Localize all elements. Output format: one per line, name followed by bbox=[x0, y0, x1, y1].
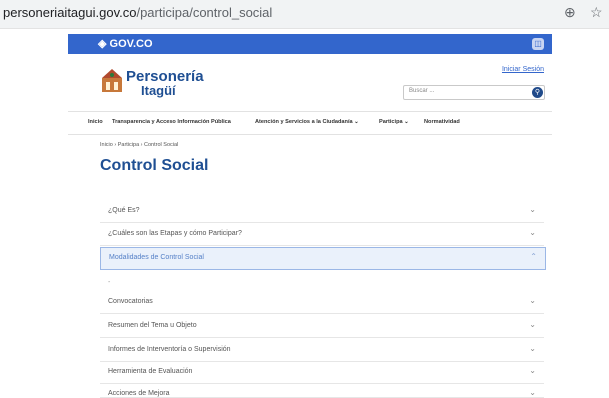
nav-item-normatividad[interactable]: Normatividad bbox=[424, 119, 460, 125]
accordion-label: ¿Qué Es? bbox=[108, 207, 140, 214]
accessibility-icon[interactable]: ◫ bbox=[532, 38, 544, 50]
accordion-item-acciones[interactable]: Acciones de Mejora ⌄ bbox=[100, 384, 544, 398]
accordion-item-modalidades[interactable]: Modalidades de Control Social ⌃ bbox=[100, 247, 546, 270]
search-icon[interactable]: ⚲ bbox=[532, 87, 543, 98]
login-link[interactable]: Iniciar Sesión bbox=[502, 66, 544, 73]
accordion-item-convocatorias[interactable]: Convocatorias ⌄ bbox=[100, 292, 544, 314]
logo-emblem-icon bbox=[102, 69, 122, 92]
address-bar[interactable]: personeriaitagui.gov.co/participa/contro… bbox=[3, 5, 272, 20]
accordion-content: - bbox=[108, 279, 111, 286]
nav-item-atencion[interactable]: Atención y Servicios a la Ciudadanía ⌄ bbox=[255, 119, 359, 125]
chevron-down-icon: ⌄ bbox=[529, 228, 536, 237]
chevron-down-icon: ⌄ bbox=[529, 296, 536, 305]
nav-item-transparencia[interactable]: Transparencia y Acceso Información Públi… bbox=[112, 119, 231, 125]
zoom-icon[interactable]: ⊕ bbox=[564, 4, 576, 21]
nav-item-participa[interactable]: Participa ⌄ bbox=[379, 119, 409, 125]
accordion-item-etapas[interactable]: ¿Cuáles son las Etapas y cómo Participar… bbox=[100, 224, 544, 246]
main-nav: Inicio Transparencia y Acceso Informació… bbox=[68, 111, 552, 135]
accordion-item-que-es[interactable]: ¿Qué Es? ⌄ bbox=[100, 201, 544, 223]
breadcrumb[interactable]: Inicio › Participa › Control Social bbox=[100, 142, 178, 148]
govco-logo[interactable]: ◈ GOV.CO bbox=[98, 37, 153, 50]
gov-bar: ◈ GOV.CO ◫ bbox=[68, 34, 552, 54]
accordion-label: Resumen del Tema u Objeto bbox=[108, 322, 197, 329]
search-input[interactable]: Buscar ... ⚲ bbox=[403, 85, 545, 100]
page-title: Control Social bbox=[100, 157, 209, 174]
nav-item-inicio[interactable]: Inicio bbox=[88, 119, 103, 125]
browser-bar: personeriaitagui.gov.co/participa/contro… bbox=[0, 0, 609, 29]
accordion-label: Informes de Interventoría o Supervisión bbox=[108, 346, 231, 353]
url-path: /participa/control_social bbox=[136, 5, 273, 20]
chevron-down-icon: ⌄ bbox=[529, 344, 536, 353]
accordion-label: Modalidades de Control Social bbox=[109, 254, 204, 261]
chevron-down-icon: ⌄ bbox=[529, 366, 536, 375]
chevron-down-icon: ⌄ bbox=[529, 388, 536, 397]
search-placeholder: Buscar ... bbox=[409, 88, 435, 94]
accordion-label: ¿Cuáles son las Etapas y cómo Participar… bbox=[108, 230, 242, 237]
chevron-down-icon: ⌄ bbox=[529, 205, 536, 214]
url-domain: personeriaitagui.gov.co bbox=[3, 5, 137, 20]
accordion-label: Convocatorias bbox=[108, 298, 153, 305]
star-icon[interactable]: ☆ bbox=[590, 4, 603, 21]
chevron-up-icon: ⌃ bbox=[530, 252, 537, 261]
accordion-item-informes[interactable]: Informes de Interventoría o Supervisión … bbox=[100, 340, 544, 362]
accordion-item-resumen[interactable]: Resumen del Tema u Objeto ⌄ bbox=[100, 316, 544, 338]
logo-text-line2: Itagüí bbox=[141, 83, 176, 98]
accordion-label: Acciones de Mejora bbox=[108, 390, 170, 397]
accordion-item-herramienta[interactable]: Herramienta de Evaluación ⌄ bbox=[100, 362, 544, 384]
accordion-label: Herramienta de Evaluación bbox=[108, 368, 193, 375]
chevron-down-icon: ⌄ bbox=[529, 320, 536, 329]
